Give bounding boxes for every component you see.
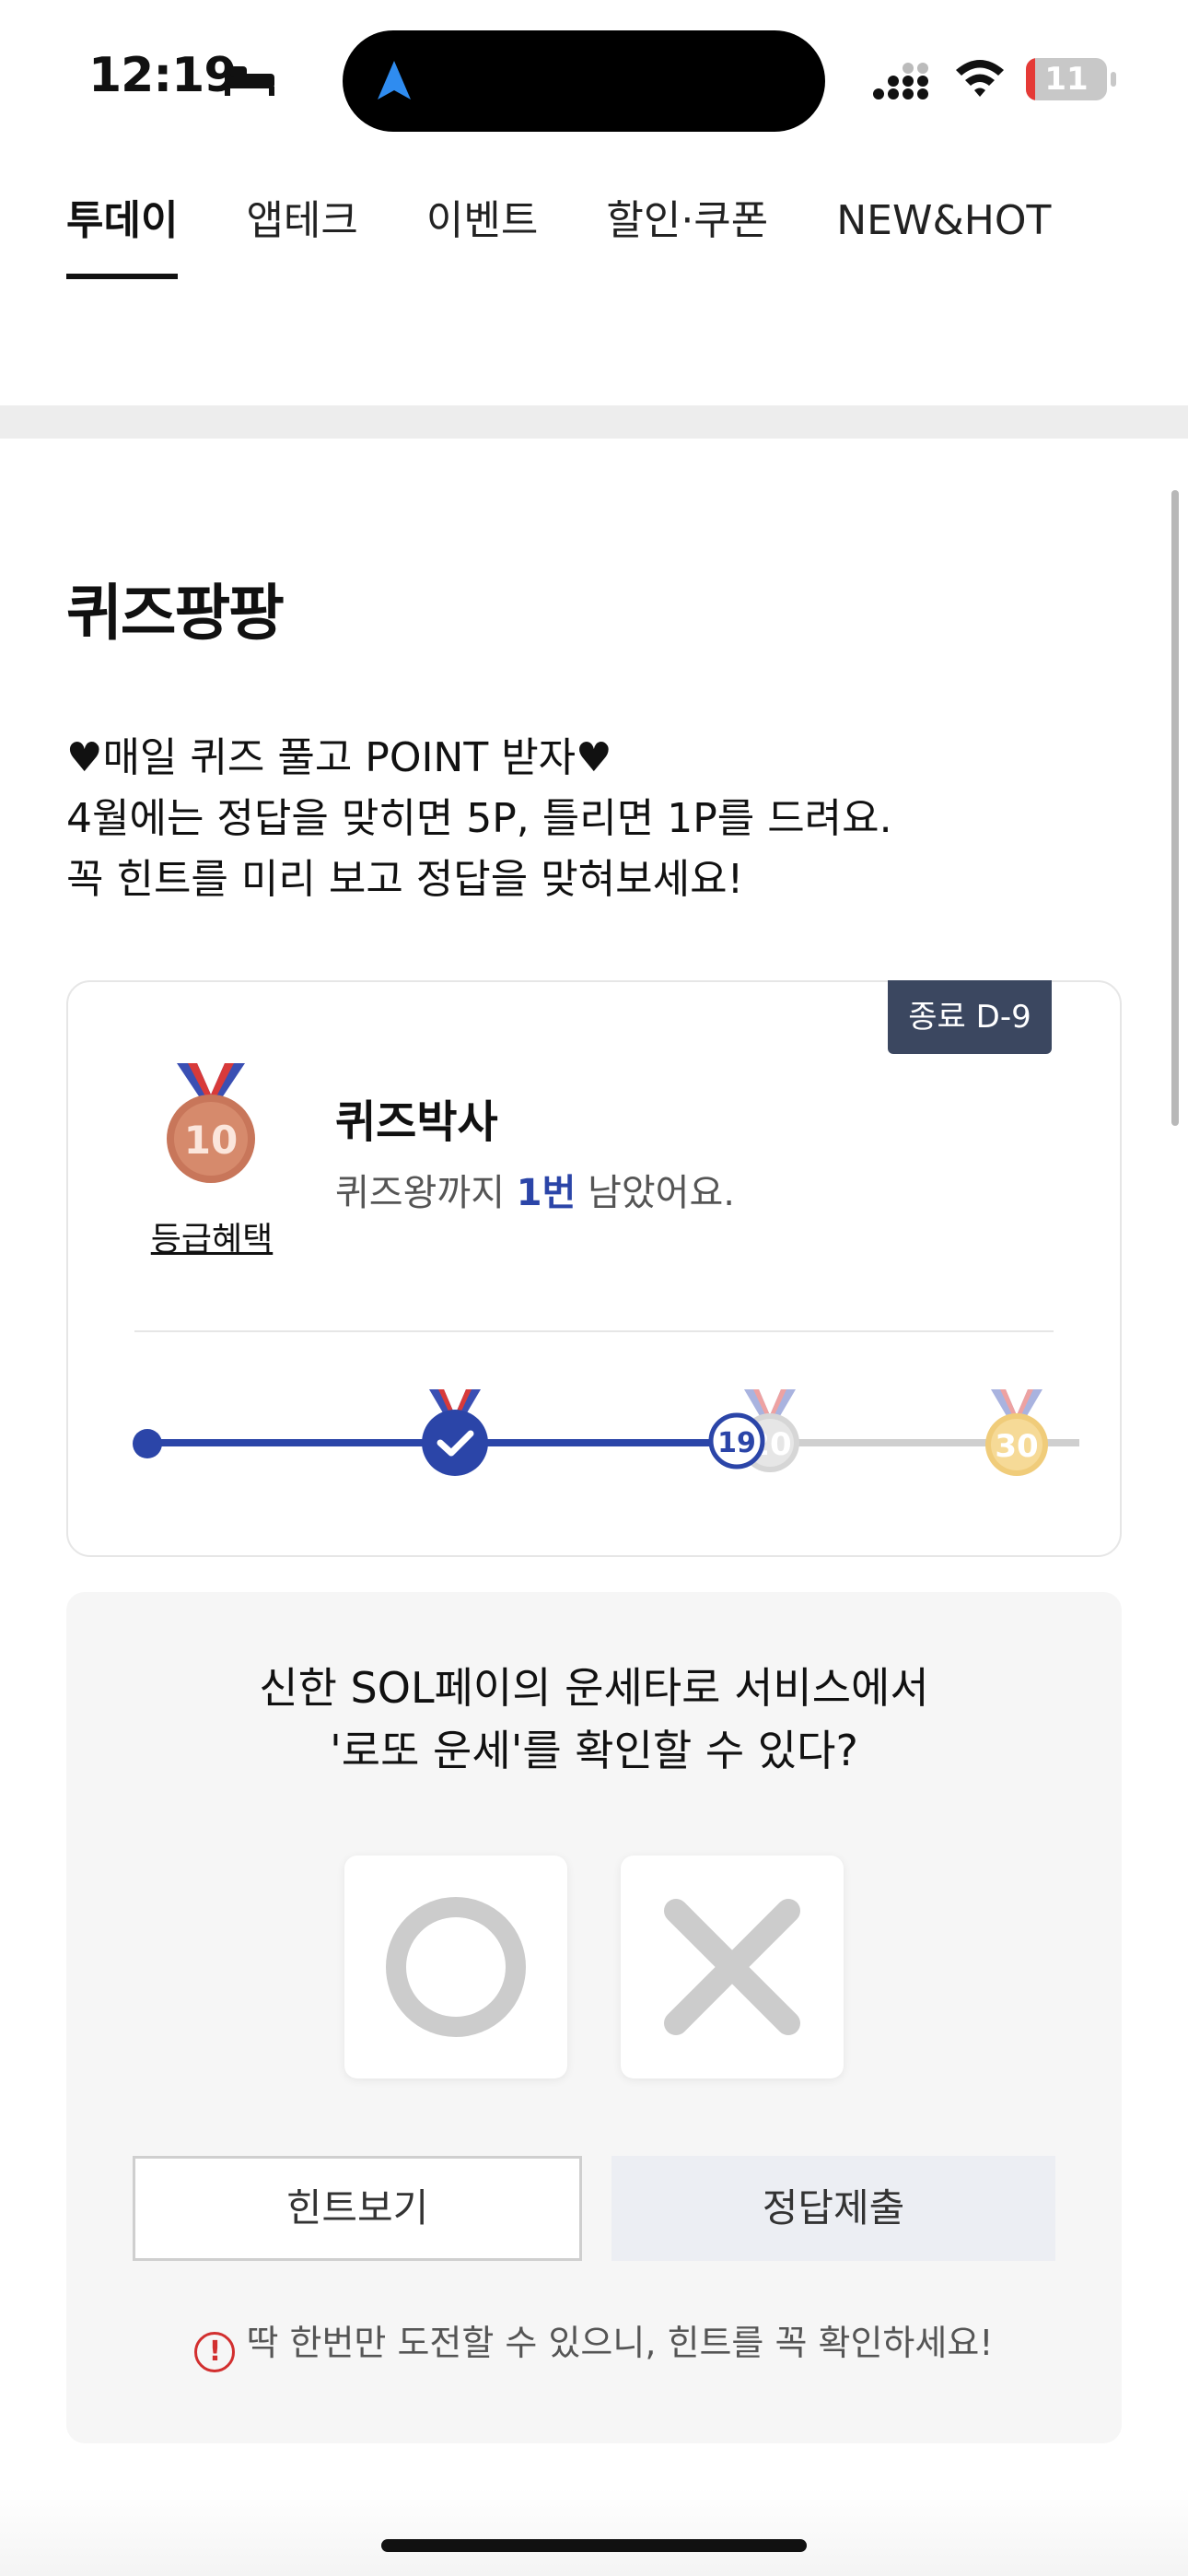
circle-o-icon: [386, 1897, 526, 2037]
question-line: '로또 운세'를 확인할 수 있다?: [330, 1726, 858, 1775]
divider: [134, 1330, 1054, 1332]
status-time: 12:19: [88, 48, 238, 103]
page-title: 퀴즈팡팡: [66, 578, 285, 649]
grade-name: 퀴즈박사: [335, 1096, 498, 1148]
scrollbar[interactable]: [1171, 490, 1179, 1126]
dynamic-island: [343, 30, 825, 132]
progress-start-dot: [133, 1429, 162, 1458]
tab-apptech[interactable]: 앱테크: [246, 189, 357, 281]
wifi-icon: [956, 60, 1004, 97]
navigation-arrow-icon: [378, 61, 411, 100]
battery-icon: 11: [1026, 58, 1116, 100]
intro-line: ♥매일 퀴즈 풀고 POINT 받자♥: [66, 734, 612, 781]
bottom-bar-background: [0, 2488, 1188, 2576]
section-divider: [0, 405, 1188, 439]
intro-line: 4월에는 정답을 맞히면 5P, 틀리면 1P를 드려요.: [66, 795, 892, 842]
current-progress-count: 19: [717, 1427, 756, 1459]
quiz-card: 신한 SOL페이의 운세타로 서비스에서 '로또 운세'를 확인할 수 있다? …: [66, 1592, 1122, 2443]
tab-today[interactable]: 투데이: [66, 189, 179, 281]
warning-message: ! 딱 한번만 도전할 수 있으니, 힌트를 꼭 확인하세요!: [66, 2314, 1122, 2372]
answer-o-button[interactable]: [344, 1856, 567, 2078]
quiz-question: 신한 SOL페이의 운세타로 서비스에서 '로또 운세'를 확인할 수 있다?: [66, 1657, 1122, 1782]
bronze-medal-icon: 10: [167, 1063, 255, 1183]
status-bar: 12:19 11: [0, 0, 1188, 157]
hint-button[interactable]: 힌트보기: [133, 2156, 582, 2261]
bed-icon: [225, 66, 274, 96]
check-medal-icon: [422, 1389, 488, 1476]
grade-card: 종료 D-9 10 등급혜택 퀴즈박사 퀴즈왕까지 1번 남았어요. 20 19: [66, 980, 1122, 1557]
gold-medal-icon: 30: [985, 1389, 1048, 1476]
warning-text: 딱 한번만 도전할 수 있으니, 힌트를 꼭 확인하세요!: [246, 2323, 994, 2363]
category-tabs: 투데이 앱테크 이벤트 할인·쿠폰 NEW&HOT: [66, 189, 1119, 281]
battery-percentage: 11: [1044, 61, 1089, 98]
grade-benefit-link[interactable]: 등급혜택: [147, 1212, 276, 1260]
tab-event[interactable]: 이벤트: [426, 189, 538, 281]
cellular-signal-icon: [873, 63, 928, 100]
intro-line: 꼭 힌트를 미리 보고 정답을 맞혀보세요!: [66, 856, 744, 903]
grade-message: 퀴즈왕까지 1번 남았어요.: [335, 1172, 735, 1214]
home-indicator[interactable]: [381, 2539, 807, 2552]
gold-medal-number: 30: [995, 1428, 1038, 1465]
tab-discount-coupon[interactable]: 할인·쿠폰: [606, 189, 768, 281]
submit-answer-button[interactable]: 정답제출: [611, 2156, 1055, 2261]
tab-new-hot[interactable]: NEW&HOT: [836, 189, 1051, 281]
remaining-count: 1번: [516, 1172, 577, 1214]
exclamation-circle-icon: !: [194, 2332, 236, 2372]
cross-x-icon: [664, 1899, 800, 2035]
silver-medal-icon: 20 19: [708, 1389, 799, 1472]
intro-text: ♥매일 퀴즈 풀고 POINT 받자♥ 4월에는 정답을 맞히면 5P, 틀리면…: [66, 728, 892, 910]
question-line: 신한 SOL페이의 운세타로 서비스에서: [259, 1663, 929, 1713]
medal-number: 10: [184, 1118, 238, 1163]
dday-badge: 종료 D-9: [888, 980, 1052, 1054]
answer-x-button[interactable]: [621, 1856, 844, 2078]
